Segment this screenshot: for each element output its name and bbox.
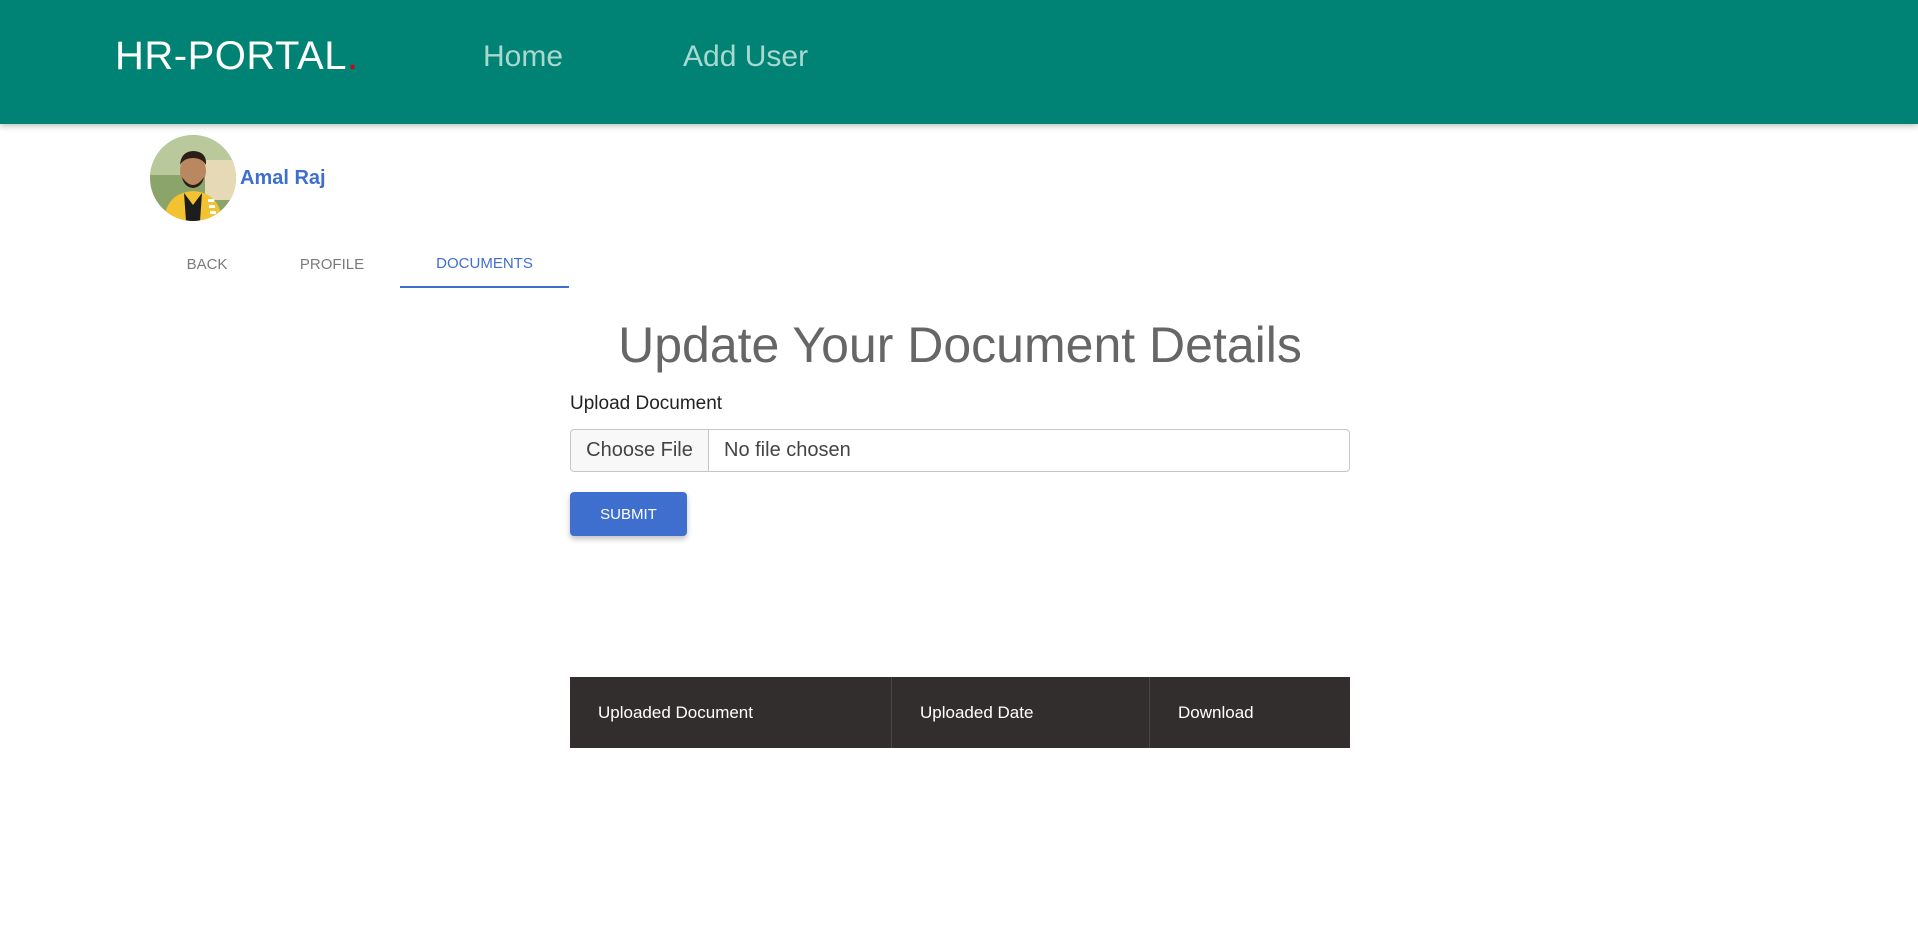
submit-button[interactable]: SUBMIT bbox=[570, 492, 687, 536]
file-status-text: No file chosen bbox=[724, 439, 851, 461]
file-upload-input[interactable]: Choose File No file chosen bbox=[570, 429, 1350, 472]
page-title: Update Your Document Details bbox=[618, 317, 1302, 373]
choose-file-button[interactable]: Choose File bbox=[571, 430, 709, 471]
brand-text: HR-PORTAL bbox=[115, 34, 347, 78]
avatar-photo bbox=[150, 135, 236, 221]
brand-dot: . bbox=[346, 34, 359, 78]
column-header-uploaded-document: Uploaded Document bbox=[570, 677, 892, 748]
user-name: Amal Raj bbox=[240, 167, 326, 189]
tab-profile[interactable]: PROFILE bbox=[264, 240, 400, 288]
upload-document-label: Upload Document bbox=[570, 393, 723, 414]
top-navbar: HR-PORTAL. Home Add User bbox=[0, 0, 1918, 124]
brand-logo[interactable]: HR-PORTAL. bbox=[115, 34, 359, 79]
nav-link-add-user[interactable]: Add User bbox=[683, 40, 808, 74]
avatar bbox=[150, 135, 236, 221]
nav-link-home[interactable]: Home bbox=[483, 40, 563, 74]
column-header-uploaded-date: Uploaded Date bbox=[892, 677, 1150, 748]
documents-table-header: Uploaded Document Uploaded Date Download bbox=[570, 677, 1350, 748]
column-header-download: Download bbox=[1178, 702, 1254, 722]
tab-documents[interactable]: DOCUMENTS bbox=[400, 240, 569, 288]
tab-back[interactable]: BACK bbox=[150, 240, 264, 288]
